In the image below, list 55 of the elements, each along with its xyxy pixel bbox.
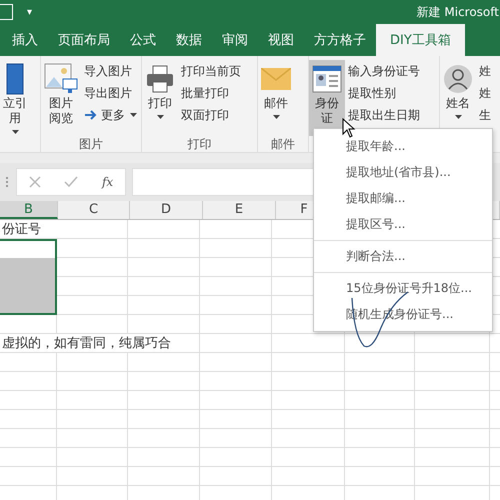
ribbon-button[interactable]: 图片 阅览 [41,60,81,136]
ribbon-button[interactable]: 打印 [142,60,178,136]
column-header[interactable]: E [203,201,276,219]
menu-item[interactable]: 判断合法... [314,240,492,269]
ribbon-command[interactable]: 双面打印 [181,106,241,124]
checkmark-icon[interactable] [64,176,78,188]
table-cell[interactable]: 虚拟的，如有雷同，纯属巧合 [0,334,171,352]
ribbon-command[interactable]: 导入图片 [84,62,137,80]
ribbon-command[interactable]: 生 [479,106,491,124]
ribbon-tab[interactable]: 审阅 [212,24,258,56]
panel-icon [6,63,24,95]
column-header[interactable]: D [130,201,203,219]
ribbon-command[interactable]: 姓 [479,62,491,80]
ribbon-tab[interactable]: 页面布局 [48,24,120,56]
function-button[interactable]: fx [102,175,114,189]
ribbon-tab[interactable]: 方方格子 [304,24,376,56]
ribbon-command[interactable]: 姓 [479,84,491,102]
ribbon-tab[interactable]: 公式 [120,24,166,56]
column-header[interactable]: C [58,201,130,219]
table-cell[interactable] [0,239,57,258]
table-cell[interactable] [0,258,57,277]
group-label: 图片 [78,136,104,152]
arrow-icon [84,110,98,120]
ribbon-command[interactable]: 更多 [84,106,137,124]
group-label: 打印 [186,136,212,152]
envelope-icon [261,68,291,90]
ribbon-tab[interactable]: DIY工具箱 [376,24,465,56]
picture-icon [44,63,78,95]
ribbon-tab[interactable]: 视图 [258,24,304,56]
column-header[interactable]: B [0,201,58,219]
ribbon-tab[interactable]: 数据 [166,24,212,56]
ribbon-button[interactable]: 立引 用 [0,60,30,136]
table-cell[interactable] [0,296,57,315]
id-card-icon [312,65,342,93]
ribbon-command[interactable]: 提取出生日期 [348,106,420,124]
table-cell[interactable]: 份证号 [0,220,57,238]
ribbon-command[interactable]: 提取性别 [348,84,420,102]
menu-item[interactable]: 提取地址(省市县)... [314,159,492,185]
group-label: 邮件 [270,136,296,152]
ribbon-command[interactable]: 打印当前页 [181,62,241,80]
ribbon-button[interactable]: 邮件 [258,60,294,136]
grip-icon [6,177,10,187]
cancel-icon[interactable] [28,176,41,188]
ribbon-button[interactable]: 身份 证 [309,60,345,136]
user-avatar-icon [443,64,473,94]
ribbon-command[interactable]: 导出图片 [84,84,137,102]
ribbon-tab[interactable]: 插入 [2,24,48,56]
ribbon-command[interactable]: 输入身份证号 [348,62,420,80]
app-icon[interactable] [0,4,13,20]
printer-icon [145,64,175,94]
window-title: 新建 Microsoft [416,4,499,20]
menu-item[interactable]: 15位身份证号升18位... [314,272,492,301]
menu-item[interactable]: 提取年龄... [314,133,492,159]
ribbon-command[interactable]: 批量打印 [181,84,241,102]
quick-access-caret[interactable]: ▾ [27,6,32,18]
